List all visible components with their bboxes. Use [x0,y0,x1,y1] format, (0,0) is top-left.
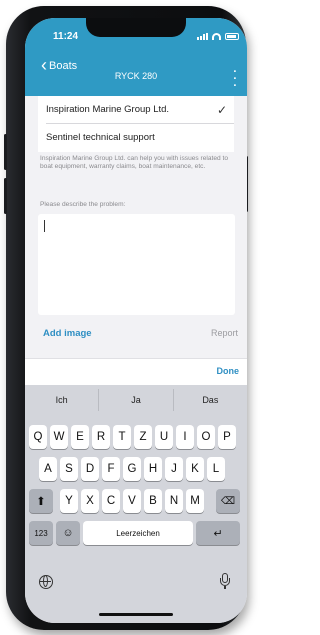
suggestion-item[interactable]: Ich [25,389,100,411]
key[interactable]: O [197,425,215,449]
side-button [4,178,7,214]
screen: 11:24 ‹ Boats RYCK 280 · · · Inspiration M… [25,18,247,623]
backspace-icon: ⌫ [220,495,236,507]
problem-textarea[interactable] [38,214,235,315]
key[interactable]: H [144,457,162,481]
report-button[interactable]: Report [211,328,238,338]
key[interactable]: I [176,425,194,449]
chevron-left-icon: ‹ [41,55,47,75]
microphone-icon[interactable] [220,573,230,591]
key[interactable]: F [102,457,120,481]
recipient-option[interactable]: Sentinel technical support [46,124,234,151]
keyboard: Ich Ja Das Q W E R T Z U I O P A S D F G… [25,385,247,623]
key[interactable]: N [165,489,183,513]
side-button [4,134,7,170]
key[interactable]: X [81,489,99,513]
recipient-option[interactable]: Inspiration Marine Group Ltd. ✓ [46,96,234,124]
key[interactable]: D [81,457,99,481]
status-time: 11:24 [53,31,79,42]
recipient-label: Sentinel technical support [46,132,155,143]
status-icons [197,32,239,40]
key[interactable]: G [123,457,141,481]
describe-label: Please describe the problem: [40,201,126,208]
key[interactable]: S [60,457,78,481]
shift-arrow-icon: ⬆ [36,496,46,508]
add-image-button[interactable]: Add image [43,328,92,339]
home-indicator [99,613,173,616]
recipient-list: Inspiration Marine Group Ltd. ✓ Sentinel… [38,96,234,152]
battery-icon [225,32,239,40]
globe-icon[interactable] [39,575,53,589]
numbers-key[interactable]: 123 [29,521,53,545]
key[interactable]: W [50,425,68,449]
text-cursor [44,220,45,232]
key[interactable]: M [186,489,204,513]
recipient-label: Inspiration Marine Group Ltd. [46,104,170,115]
key[interactable]: Q [29,425,47,449]
checkmark-icon: ✓ [216,102,227,117]
keyboard-accessory-bar: Done [25,358,247,385]
suggestion-bar: Ich Ja Das [25,389,247,411]
backspace-key[interactable]: ⌫ [216,489,240,513]
help-text: Inspiration Marine Group Ltd. can help y… [40,155,229,170]
key[interactable]: E [71,425,89,449]
wifi-icon [212,32,221,40]
key[interactable]: J [165,457,183,481]
key[interactable]: R [92,425,110,449]
return-icon: ↵ [213,527,223,540]
key[interactable]: B [144,489,162,513]
emoji-key[interactable]: ☺ [56,521,80,545]
return-key[interactable]: ↵ [196,521,240,545]
done-button[interactable]: Done [217,366,240,376]
key[interactable]: Z [134,425,152,449]
suggestion-item[interactable]: Ja [99,389,174,411]
signal-icon [197,32,208,40]
page-title: RYCK 280 [114,71,158,81]
key[interactable]: L [207,457,225,481]
key[interactable]: C [102,489,120,513]
key[interactable]: U [155,425,173,449]
action-row: Add image Report [25,328,247,344]
key[interactable]: A [39,457,57,481]
key[interactable]: P [218,425,236,449]
key[interactable]: V [123,489,141,513]
notch [86,18,186,37]
key[interactable]: Y [60,489,78,513]
key[interactable]: K [186,457,204,481]
space-key[interactable]: Leerzeichen [83,521,193,545]
shift-key[interactable]: ⬆ [29,489,53,513]
key[interactable]: T [113,425,131,449]
emoji-icon: ☺ [62,527,74,539]
suggestion-item[interactable]: Das [174,389,247,411]
ellipsis-vertical-icon[interactable]: · · · [233,67,237,92]
